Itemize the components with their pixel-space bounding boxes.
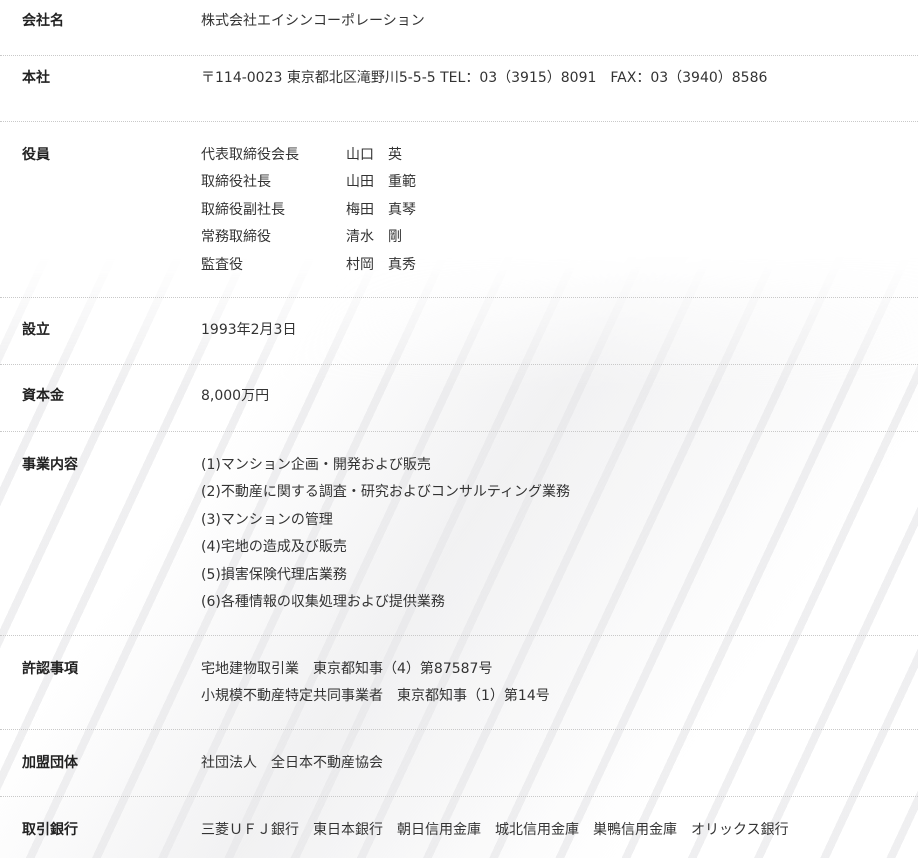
label-officers: 役員 (22, 147, 50, 163)
company-profile-table: 会社名 株式会社エイシンコーポレーション 本社 〒114-0023 東京都北区滝… (0, 0, 918, 858)
officer-title: 常務取締役 (201, 229, 271, 246)
value-banks: 三菱ＵＦＪ銀行 東日本銀行 朝日信用金庫 城北信用金庫 巣鴨信用金庫 オリックス… (201, 822, 789, 838)
value-associations: 社団法人 全日本不動産協会 (201, 755, 383, 771)
license-item: 宅地建物取引業 東京都知事（4）第87587号 (201, 661, 493, 677)
row-established: 設立 1993年2月3日 (0, 298, 918, 365)
value-headquarters: 〒114-0023 東京都北区滝野川5-5-5 TEL：03（3915）8091… (201, 70, 768, 86)
licenses-list: 宅地建物取引業 東京都知事（4）第87587号 小規模不動産特定共同事業者 東京… (201, 659, 550, 714)
row-headquarters: 本社 〒114-0023 東京都北区滝野川5-5-5 TEL：03（3915）8… (0, 56, 918, 122)
value-established: 1993年2月3日 (201, 322, 297, 338)
officer-title: 代表取締役会長 (201, 147, 299, 163)
business-item: (1)マンション企画・開発および販売 (201, 457, 431, 473)
value-company-name: 株式会社エイシンコーポレーション (201, 13, 425, 29)
label-associations: 加盟団体 (22, 755, 78, 771)
business-item: (5)損害保険代理店業務 (201, 566, 347, 583)
row-officers: 役員 代表取締役会長 山口 英 取締役社長 山田 重範 取締役副社長 梅田 真琴… (0, 122, 918, 298)
officer-title: 取締役副社長 (201, 201, 285, 218)
row-licenses: 許認事項 宅地建物取引業 東京都知事（4）第87587号 小規模不動産特定共同事… (0, 636, 918, 730)
officer-name: 梅田 真琴 (346, 201, 416, 218)
officer-name: 山田 重範 (346, 174, 416, 191)
officer-item: 取締役副社長 梅田 真琴 (201, 200, 416, 227)
officer-name: 村岡 真秀 (346, 256, 416, 273)
row-associations: 加盟団体 社団法人 全日本不動産協会 (0, 730, 918, 797)
officer-title: 監査役 (201, 256, 243, 273)
business-item: (3)マンションの管理 (201, 511, 333, 528)
officer-title: 取締役社長 (201, 174, 271, 191)
row-banks: 取引銀行 三菱ＵＦＪ銀行 東日本銀行 朝日信用金庫 城北信用金庫 巣鴨信用金庫 … (0, 797, 918, 858)
label-company-name: 会社名 (22, 13, 64, 29)
row-company-name: 会社名 株式会社エイシンコーポレーション (0, 0, 918, 56)
label-licenses: 許認事項 (22, 661, 78, 677)
label-business: 事業内容 (22, 457, 78, 473)
officers-list: 代表取締役会長 山口 英 取締役社長 山田 重範 取締役副社長 梅田 真琴 常務… (201, 145, 416, 282)
business-item: (4)宅地の造成及び販売 (201, 539, 347, 556)
officer-item: 監査役 村岡 真秀 (201, 255, 416, 282)
label-banks: 取引銀行 (22, 822, 78, 838)
officer-item: 取締役社長 山田 重範 (201, 172, 416, 199)
label-established: 設立 (22, 322, 50, 338)
row-business: 事業内容 (1)マンション企画・開発および販売 (2)不動産に関する調査・研究お… (0, 432, 918, 636)
officer-name: 山口 英 (346, 147, 402, 163)
business-item: (6)各種情報の収集処理および提供業務 (201, 593, 445, 610)
label-capital: 資本金 (22, 388, 64, 404)
officer-name: 清水 剛 (346, 229, 402, 246)
business-list: (1)マンション企画・開発および販売 (2)不動産に関する調査・研究およびコンサ… (201, 455, 570, 619)
officer-item: 代表取締役会長 山口 英 (201, 145, 416, 172)
value-capital: 8,000万円 (201, 388, 270, 404)
row-capital: 資本金 8,000万円 (0, 365, 918, 432)
officer-item: 常務取締役 清水 剛 (201, 227, 416, 254)
label-headquarters: 本社 (22, 70, 50, 86)
license-item: 小規模不動産特定共同事業者 東京都知事（1）第14号 (201, 688, 550, 705)
business-item: (2)不動産に関する調査・研究およびコンサルティング業務 (201, 484, 570, 501)
